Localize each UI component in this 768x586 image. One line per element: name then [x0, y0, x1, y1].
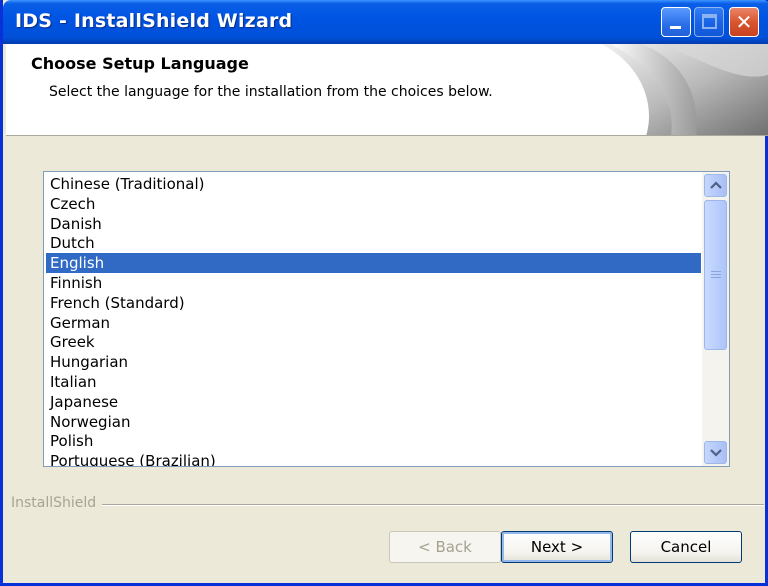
- vertical-scrollbar[interactable]: [702, 172, 729, 466]
- minimize-icon: [670, 26, 681, 29]
- next-button[interactable]: Next >: [501, 531, 613, 563]
- installer-window: IDS - InstallShield Wizard ✕ Choose Setu…: [0, 0, 768, 586]
- language-option[interactable]: Greek: [46, 332, 701, 352]
- page-title: Choose Setup Language: [31, 54, 249, 73]
- close-button[interactable]: ✕: [729, 7, 759, 37]
- language-option[interactable]: French (Standard): [46, 293, 701, 313]
- page-subtitle: Select the language for the installation…: [49, 84, 493, 100]
- back-button: < Back: [389, 531, 501, 563]
- language-option[interactable]: Hungarian: [46, 352, 701, 372]
- language-option[interactable]: Polish: [46, 431, 701, 451]
- language-option[interactable]: Italian: [46, 372, 701, 392]
- installshield-brand-label: InstallShield: [11, 495, 103, 511]
- chevron-down-icon: [710, 449, 722, 457]
- language-option[interactable]: Finnish: [46, 273, 701, 293]
- language-option[interactable]: English: [46, 253, 701, 273]
- installshield-banner-art-icon: [601, 44, 768, 135]
- close-icon: ✕: [735, 10, 753, 34]
- language-listbox[interactable]: Chinese (Traditional) Czech Danish Dutch Eng…: [43, 171, 730, 467]
- language-option[interactable]: Japanese: [46, 392, 701, 412]
- language-option[interactable]: Portuguese (Brazilian): [46, 451, 701, 466]
- maximize-button: [694, 7, 724, 37]
- footer-divider: [11, 504, 764, 506]
- scroll-down-button[interactable]: [704, 441, 727, 464]
- language-option[interactable]: Norwegian: [46, 412, 701, 432]
- maximize-icon: [702, 14, 717, 29]
- language-option[interactable]: German: [46, 313, 701, 333]
- title-bar[interactable]: IDS - InstallShield Wizard ✕: [3, 0, 768, 44]
- language-option[interactable]: Czech: [46, 194, 701, 214]
- cancel-button[interactable]: Cancel: [630, 531, 742, 563]
- window-title: IDS - InstallShield Wizard: [15, 10, 293, 32]
- scroll-thumb[interactable]: [704, 200, 727, 350]
- minimize-button[interactable]: [661, 7, 691, 37]
- language-option[interactable]: Chinese (Traditional): [46, 174, 701, 194]
- language-option[interactable]: Dutch: [46, 233, 701, 253]
- chevron-up-icon: [710, 181, 722, 189]
- scroll-up-button[interactable]: [704, 174, 727, 197]
- language-list: Chinese (Traditional) Czech Danish Dutch Eng…: [46, 174, 701, 466]
- header-banner: Choose Setup Language Select the languag…: [6, 44, 768, 136]
- language-option[interactable]: Danish: [46, 214, 701, 234]
